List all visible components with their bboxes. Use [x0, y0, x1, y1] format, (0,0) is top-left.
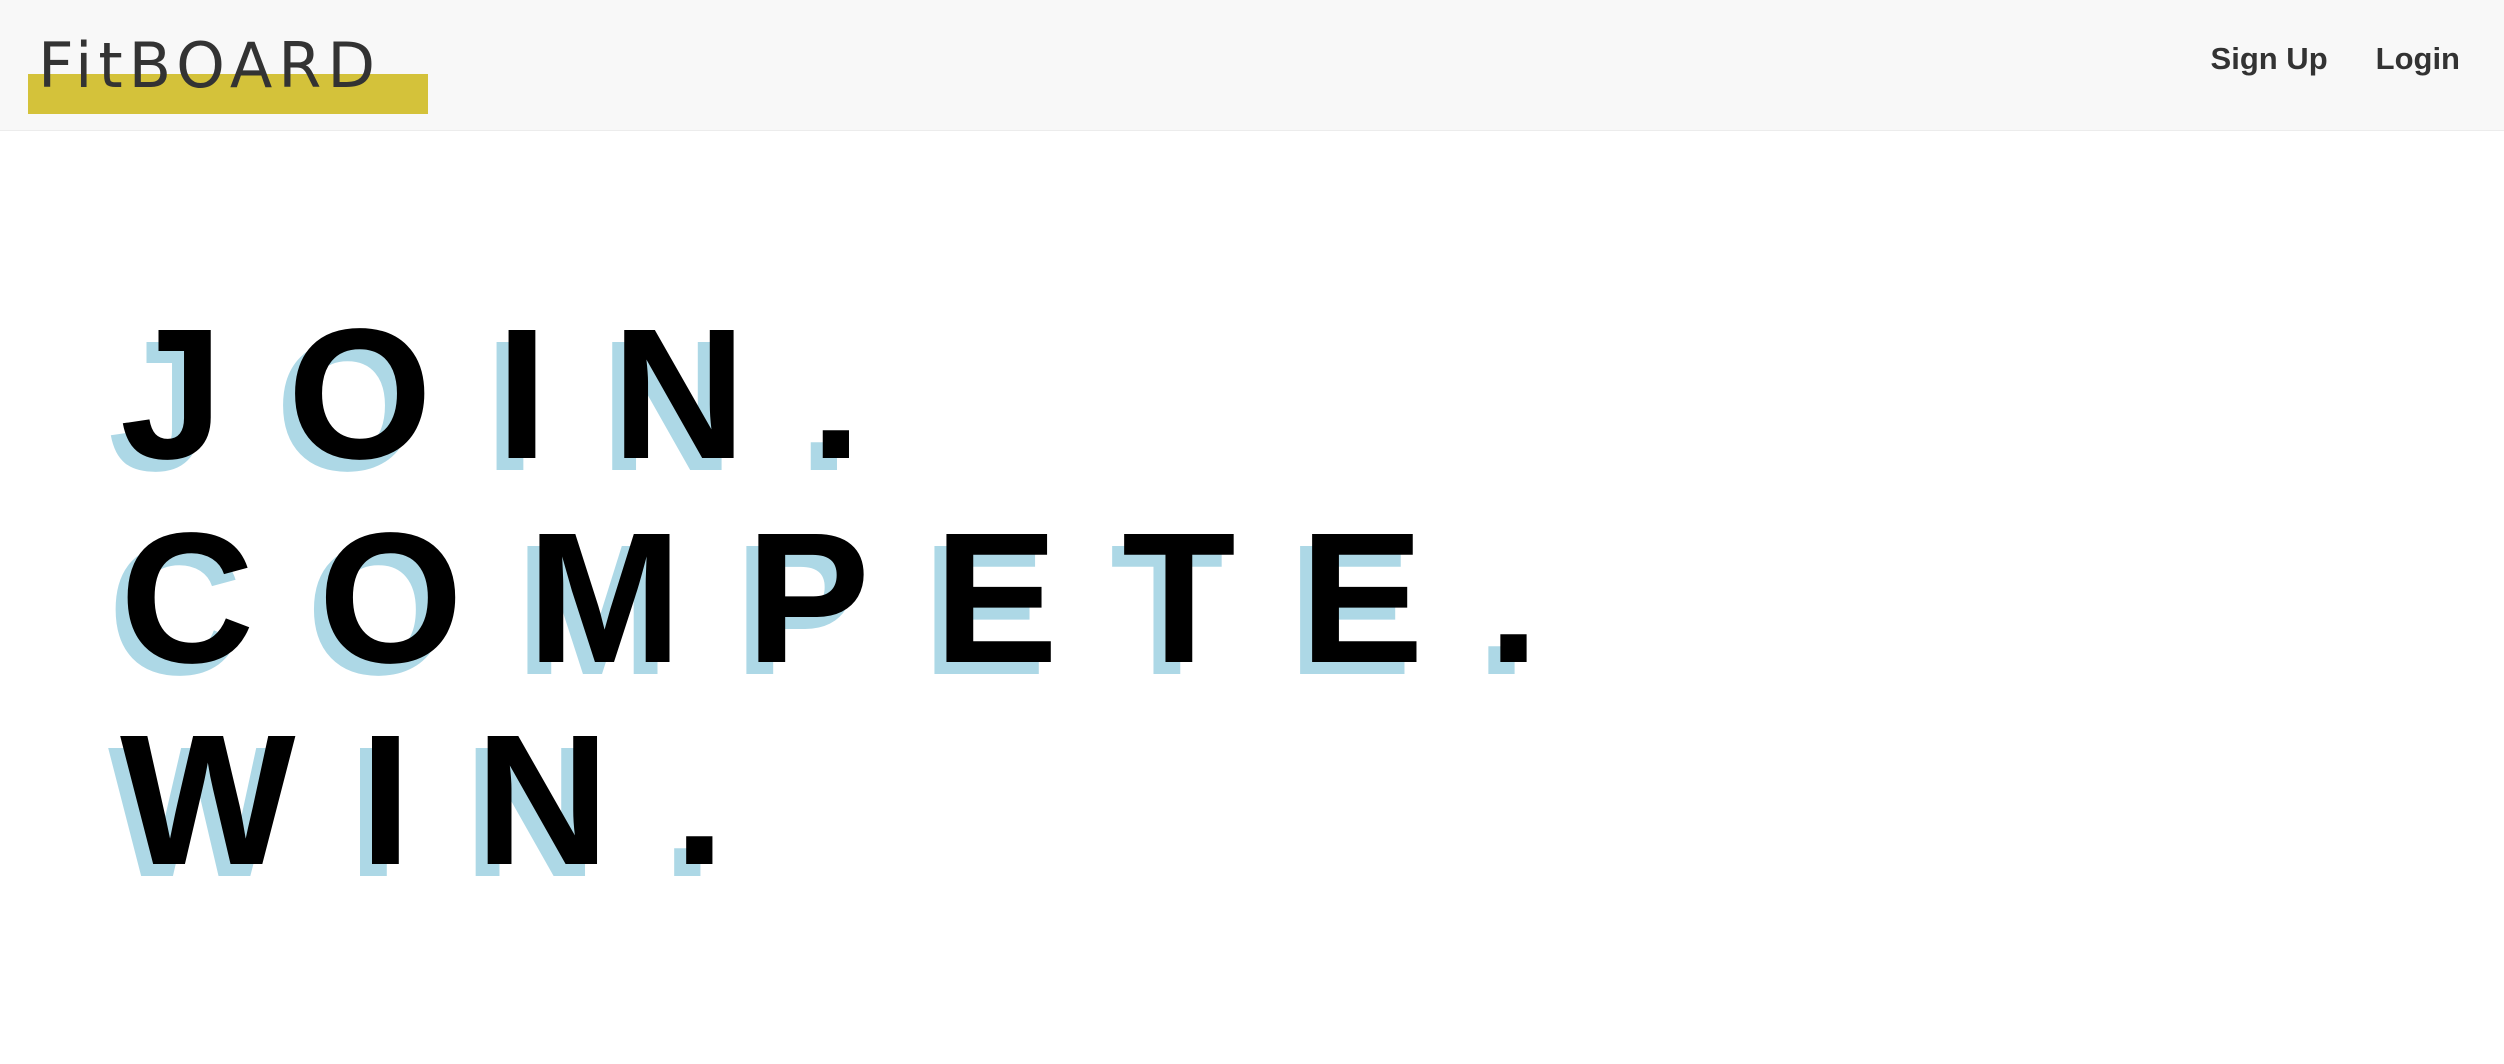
logo-text: FitBOARD [38, 29, 382, 102]
hero-line-join-text: JOIN. [120, 291, 926, 498]
hero-section: JOIN. JOIN. COMPETE. COMPETE. WIN. WIN. [108, 291, 1920, 940]
hero-line-win-text: WIN. [120, 697, 790, 904]
nav-links: Sign Up Login [2211, 34, 2460, 84]
sign-up-link[interactable]: Sign Up [2211, 41, 2328, 77]
login-link[interactable]: Login [2376, 41, 2460, 77]
navbar: FitBOARD Sign Up Login [0, 0, 2504, 131]
hero-line-compete-text: COMPETE. [120, 495, 1604, 702]
logo-link[interactable]: FitBOARD [28, 26, 428, 114]
